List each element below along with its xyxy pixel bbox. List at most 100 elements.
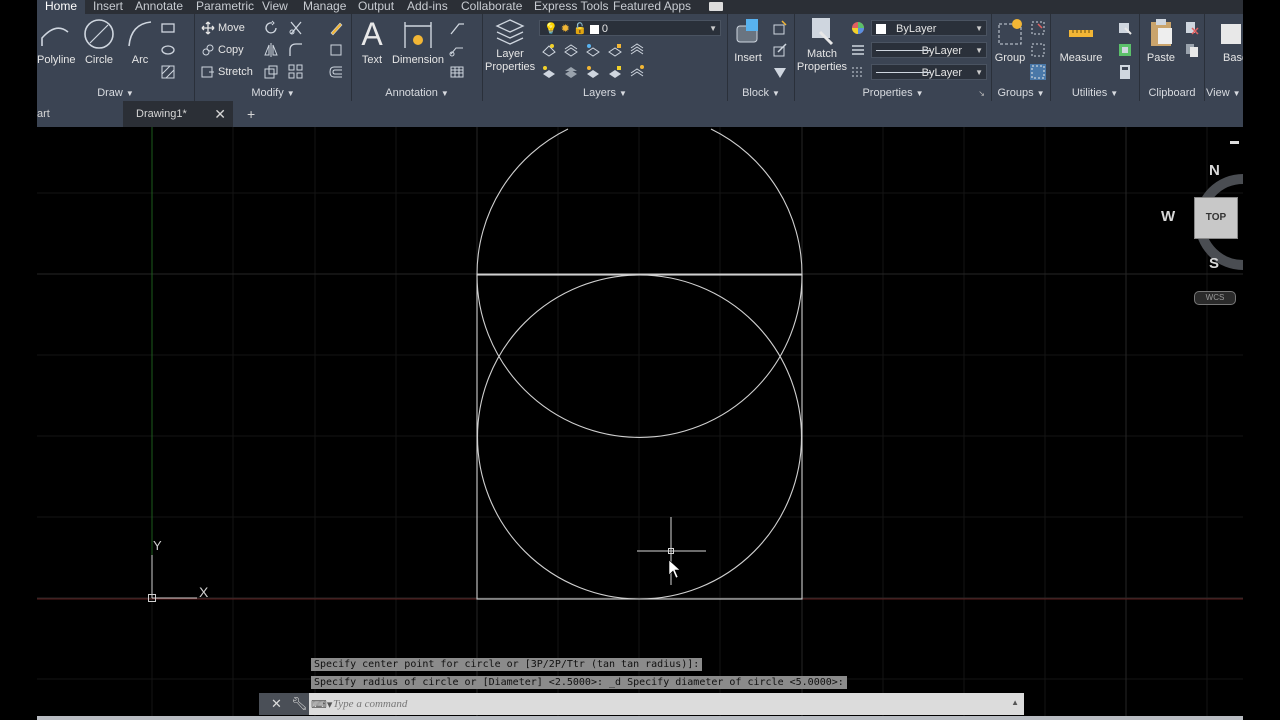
compass-west[interactable]: W	[1161, 208, 1175, 225]
annotation-panel-title[interactable]: Annotation ▼	[352, 87, 482, 99]
command-grip[interactable]	[259, 693, 267, 715]
command-input[interactable]: Type a command	[333, 693, 407, 715]
tab-featured-apps[interactable]: Featured Apps	[613, 0, 691, 14]
chevron-up-icon[interactable]: ▲	[1011, 698, 1019, 707]
paste-button[interactable]: Paste	[1144, 16, 1178, 65]
group-selection-icon[interactable]	[1030, 64, 1046, 80]
offset-icon[interactable]	[328, 64, 344, 80]
erase-icon[interactable]	[328, 20, 344, 36]
wcs-menu[interactable]: WCS	[1194, 291, 1236, 305]
lineweight-icon[interactable]	[850, 42, 866, 58]
stretch-icon	[201, 66, 214, 78]
layer-walk-icon[interactable]	[629, 64, 645, 80]
group-edit-icon[interactable]	[1030, 42, 1046, 58]
rotate-icon[interactable]	[263, 20, 279, 36]
compass-north[interactable]: N	[1209, 162, 1220, 179]
table-icon[interactable]	[449, 64, 465, 80]
color-dropdown[interactable]: ByLayer ▼	[871, 20, 987, 36]
arc-button[interactable]: Arc	[125, 16, 155, 67]
wrench-icon[interactable]: 🔧︎	[291, 696, 308, 712]
linetype-icon[interactable]	[850, 64, 866, 80]
layer-off-icon[interactable]	[541, 42, 557, 58]
draw-panel-title[interactable]: Draw ▼	[37, 87, 194, 99]
tab-annotate[interactable]: Annotate	[135, 0, 183, 14]
layer-dropdown[interactable]: 💡 ✹ 🔓 0 ▼	[539, 20, 721, 36]
tab-add-ins[interactable]: Add-ins	[407, 0, 448, 14]
array-icon[interactable]	[288, 64, 304, 80]
panel-state-icon[interactable]	[709, 2, 723, 11]
copy-clip-icon[interactable]	[1184, 42, 1200, 58]
tab-start[interactable]: art	[37, 101, 123, 127]
tab-collaborate[interactable]: Collaborate	[461, 0, 522, 14]
layer-unisolate-icon[interactable]	[563, 64, 579, 80]
ellipse-icon[interactable]	[160, 42, 176, 58]
new-tab-button[interactable]: +	[247, 101, 255, 127]
modify-panel-title[interactable]: Modify ▼	[195, 87, 351, 99]
view-panel-title[interactable]: View ▼	[1205, 87, 1243, 99]
tab-express-tools[interactable]: Express Tools	[534, 0, 608, 14]
stretch-button[interactable]: Stretch	[201, 63, 253, 81]
tab-output[interactable]: Output	[358, 0, 394, 14]
layer-freeze-icon[interactable]	[585, 42, 601, 58]
clipboard-panel-title[interactable]: Clipboard	[1140, 87, 1204, 99]
cut-icon[interactable]	[1184, 20, 1200, 36]
properties-panel-title[interactable]: Properties ▼	[795, 87, 991, 99]
maximize-viewport-icon[interactable]	[1230, 141, 1239, 144]
group-button[interactable]: Group	[992, 16, 1028, 65]
lineweight-dropdown[interactable]: ByLayer ▼	[871, 64, 987, 80]
move-button[interactable]: Move	[201, 19, 245, 37]
layer-match-icon[interactable]	[629, 42, 645, 58]
mirror-icon[interactable]	[263, 42, 279, 58]
layer-on-icon[interactable]	[541, 64, 557, 80]
hatch-icon[interactable]	[160, 64, 176, 80]
block-panel-title[interactable]: Block ▼	[728, 87, 794, 99]
tab-parametric[interactable]: Parametric	[196, 0, 254, 14]
tab-manage[interactable]: Manage	[303, 0, 346, 14]
tab-insert[interactable]: Insert	[93, 0, 123, 14]
groups-panel-title[interactable]: Groups ▼	[992, 87, 1050, 99]
rectangle-icon[interactable]	[160, 20, 176, 36]
dialog-launcher-icon[interactable]: ↘	[978, 89, 985, 98]
tab-drawing1[interactable]: Drawing1* ✕	[123, 101, 233, 127]
ungroup-icon[interactable]	[1030, 20, 1046, 36]
command-prompt-icon[interactable]: ⌨▾	[311, 698, 332, 711]
linetype-dropdown[interactable]: ByLayer ▼	[871, 42, 987, 58]
insert-block-button[interactable]: Insert	[728, 16, 768, 65]
match-properties-button[interactable]: Match Properties	[795, 16, 849, 74]
create-block-icon[interactable]	[772, 20, 788, 36]
layer-lock-icon[interactable]	[607, 42, 623, 58]
circle-button[interactable]: Circle	[81, 16, 117, 67]
copy-button[interactable]: Copy	[201, 41, 244, 59]
text-button[interactable]: A Text	[354, 16, 390, 67]
quick-select-icon[interactable]	[1117, 20, 1133, 36]
layer-isolate-icon[interactable]	[563, 42, 579, 58]
layer-unlock-icon[interactable]	[607, 64, 623, 80]
color-wheel-icon[interactable]	[850, 20, 866, 36]
explode-icon[interactable]	[328, 42, 344, 58]
tab-home[interactable]: Home	[37, 0, 86, 14]
close-icon[interactable]: ✕	[214, 101, 226, 127]
base-button[interactable]: Base	[1209, 16, 1243, 65]
layers-panel-title[interactable]: Layers ▼	[483, 87, 727, 99]
leader-edit-icon[interactable]	[449, 42, 465, 58]
block-attributes-icon[interactable]	[772, 64, 788, 80]
viewcube-top-face[interactable]: TOP	[1194, 197, 1238, 239]
utilities-panel-title[interactable]: Utilities ▼	[1051, 87, 1139, 99]
leader-icon[interactable]	[449, 20, 465, 36]
drawing-canvas[interactable]: Y X N W S TOP WCS	[37, 127, 1243, 717]
select-all-icon[interactable]	[1117, 42, 1133, 58]
polyline-button[interactable]: Polyline	[37, 16, 76, 67]
measure-button[interactable]: Measure	[1053, 16, 1109, 65]
close-icon[interactable]: ✕	[271, 696, 282, 712]
tab-view[interactable]: View	[262, 0, 288, 14]
scale-icon[interactable]	[263, 64, 279, 80]
layer-thaw-icon[interactable]	[585, 64, 601, 80]
edit-block-icon[interactable]	[772, 42, 788, 58]
dimension-button[interactable]: Dimension	[392, 16, 444, 67]
viewcube[interactable]: N W S TOP	[1157, 162, 1243, 292]
trim-icon[interactable]	[288, 20, 304, 36]
layer-properties-button[interactable]: Layer Properties	[485, 16, 535, 74]
fillet-icon[interactable]	[288, 42, 304, 58]
calculator-icon[interactable]	[1117, 64, 1133, 80]
compass-south[interactable]: S	[1209, 255, 1219, 272]
